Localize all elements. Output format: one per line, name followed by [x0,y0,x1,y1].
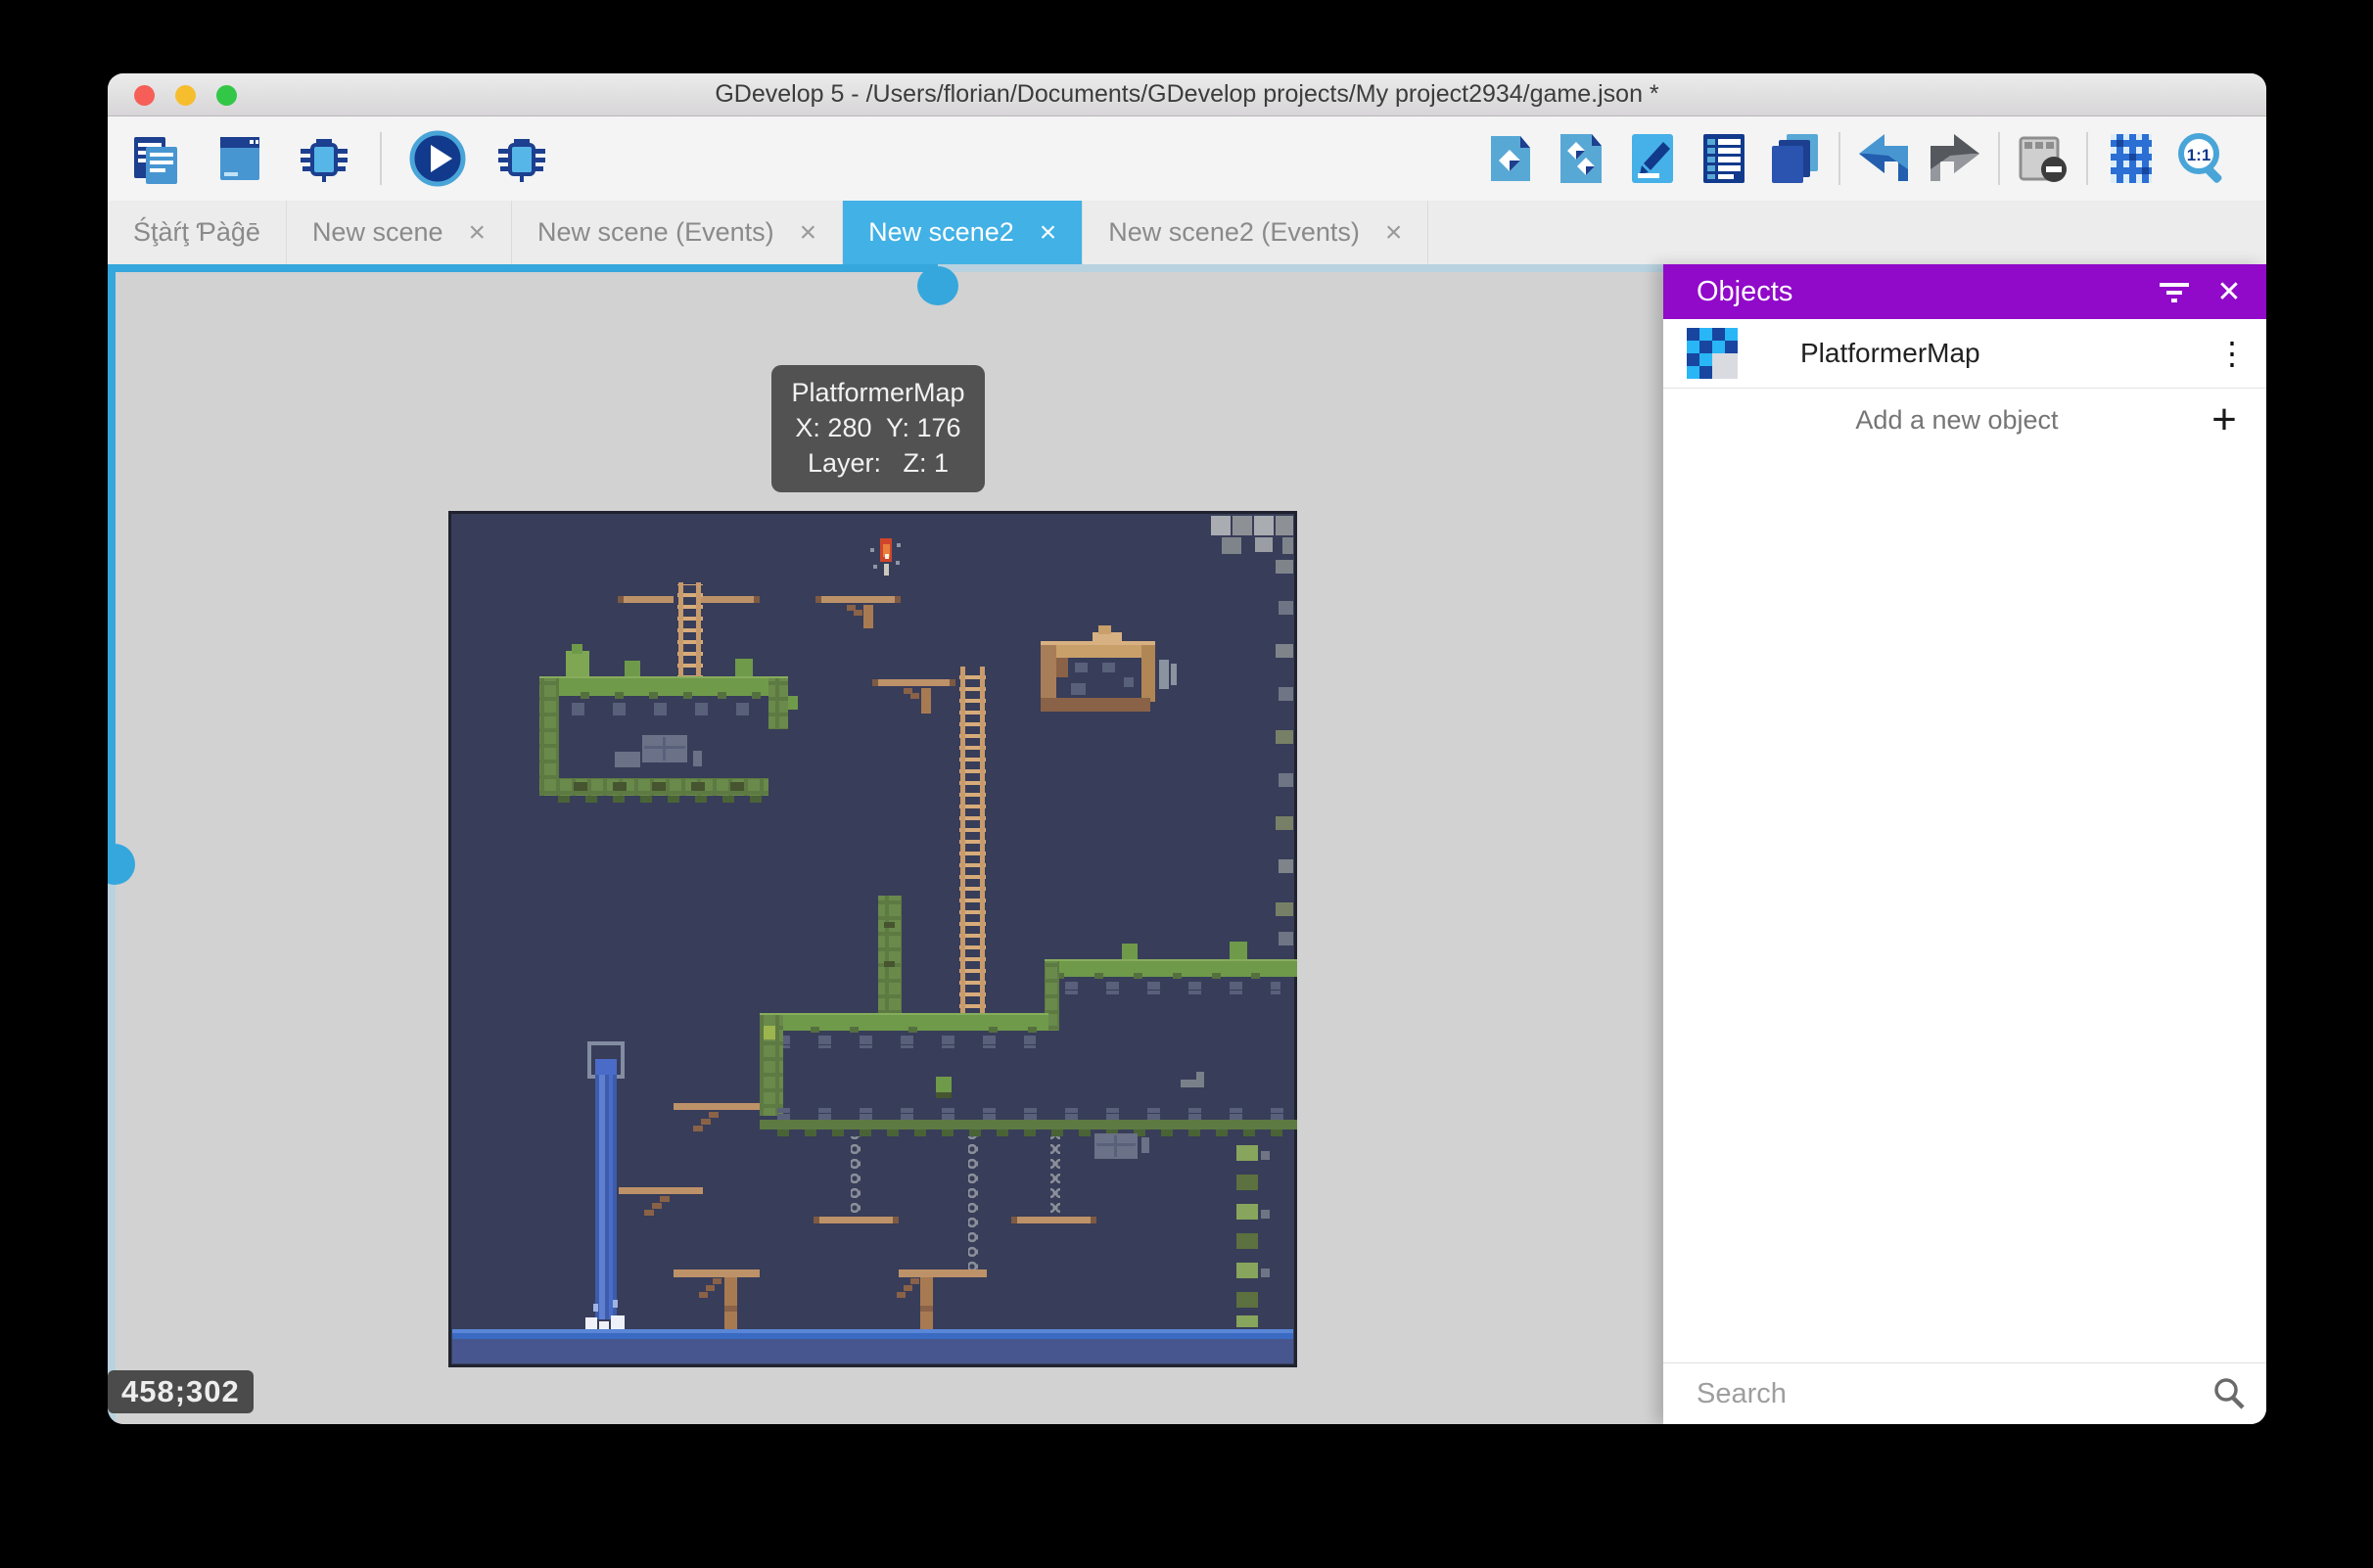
plus-icon[interactable]: + [2182,395,2266,444]
scene-editor-canvas[interactable]: PlatformerMap X: 280 Y: 176 Layer: Z: 1 … [108,264,1663,1424]
add-object-row[interactable]: Add a new object + [1663,389,2266,451]
main-toolbar: 1:1 [108,116,2266,201]
window-title: GDevelop 5 - /Users/florian/Documents/GD… [108,73,2266,115]
ladder [677,582,703,682]
instances-icon [1553,130,1609,187]
debugger-button[interactable] [296,130,352,187]
project-manager-icon [128,131,183,186]
add-object-label: Add a new object [1663,405,2182,436]
objects-panel-title: Objects [1697,276,2147,308]
window-mask-icon [2015,130,2071,187]
redo-button[interactable] [1927,130,1983,187]
add-object-button[interactable] [1481,130,1538,187]
objects-panel: Objects ✕ [1663,264,2266,1424]
search-icon[interactable] [2192,1376,2266,1411]
platformer-map-thumbnail [1687,328,1738,379]
close-tab-icon[interactable]: × [469,216,487,250]
floor-water [452,1329,1293,1363]
grid-button[interactable] [2103,130,2160,187]
horizontal-scrollbar-handle[interactable] [917,266,958,305]
ladder [959,667,986,1015]
toolbar-separator [1838,132,1840,185]
debug-preview-button[interactable] [493,130,550,187]
objects-list-icon [1696,130,1752,187]
filter-icon [2158,277,2191,306]
close-tab-icon[interactable]: × [800,216,817,250]
tab-label: New scene2 [868,217,1014,248]
vertical-scrollbar[interactable] [108,272,116,1424]
tab-new-scene-events[interactable]: New scene (Events) × [512,201,843,264]
toolbar-separator [2086,132,2088,185]
tab-label: New scene [312,217,443,248]
undo-button[interactable] [1855,130,1912,187]
edit-properties-icon [1624,130,1681,187]
play-icon [409,130,466,187]
tab-new-scene[interactable]: New scene × [287,201,512,264]
cursor-coordinates-badge: 458;302 [108,1370,254,1413]
redo-icon [1927,130,1983,187]
object-search-bar [1663,1362,2266,1424]
title-bar: GDevelop 5 - /Users/florian/Documents/GD… [108,73,2266,116]
close-panel-button[interactable]: ✕ [2202,264,2257,319]
filter-objects-button[interactable] [2147,264,2202,319]
undo-icon [1855,130,1912,187]
properties-button[interactable] [1624,130,1681,187]
instance-tooltip: PlatformerMap X: 280 Y: 176 Layer: Z: 1 [771,365,985,492]
object-list-item[interactable]: PlatformerMap ⋮ [1663,319,2266,389]
horizontal-scrollbar[interactable] [108,264,1663,272]
tooltip-object-name: PlatformerMap [771,375,985,410]
tab-label: Śţàŕţ Ƥàĝē [133,217,260,248]
tab-start-page[interactable]: Śţàŕţ Ƥàĝē [108,201,287,264]
project-manager-button[interactable] [127,130,184,187]
play-preview-button[interactable] [409,130,466,187]
tab-label: New scene (Events) [537,217,774,248]
object-page-icon [1481,130,1538,187]
tooltip-layer: Layer: [808,448,881,478]
layers-button[interactable] [1767,130,1824,187]
close-tab-icon[interactable]: × [1385,216,1403,250]
tab-new-scene2[interactable]: New scene2 × [843,201,1083,264]
zoom-1-1-icon: 1:1 [2174,130,2231,187]
platformer-map-instance[interactable] [448,511,1297,1367]
app-window-icon [212,131,267,186]
tab-label: New scene2 (Events) [1108,217,1360,248]
grid-icon [2103,130,2160,187]
object-menu-button[interactable]: ⋮ [2198,335,2266,372]
close-tab-icon[interactable]: × [1040,216,1057,250]
layers-icon [1767,130,1824,187]
gdevelop-window: GDevelop 5 - /Users/florian/Documents/GD… [108,73,2266,1424]
bug-icon [494,131,549,186]
object-name: PlatformerMap [1800,338,2198,369]
objects-panel-header: Objects ✕ [1663,264,2266,319]
search-input[interactable] [1695,1377,2192,1411]
tooltip-z: Z: 1 [904,448,950,478]
bug-icon [297,131,351,186]
vertical-scrollbar-handle[interactable] [108,844,135,885]
toolbar-separator [380,132,382,185]
render-options-button[interactable] [2015,130,2071,187]
objects-list-button[interactable] [1696,130,1752,187]
toolbar-separator [1998,132,2000,185]
start-page-button[interactable] [211,130,268,187]
tooltip-y: Y: 176 [886,413,961,442]
svg-text:1:1: 1:1 [2187,146,2211,164]
instances-button[interactable] [1553,130,1609,187]
tooltip-x: X: 280 [795,413,871,442]
editor-tab-bar: Śţàŕţ Ƥàĝē New scene × New scene (Events… [108,201,2266,264]
tab-new-scene2-events[interactable]: New scene2 (Events) × [1083,201,1428,264]
zoom-original-button[interactable]: 1:1 [2174,130,2231,187]
